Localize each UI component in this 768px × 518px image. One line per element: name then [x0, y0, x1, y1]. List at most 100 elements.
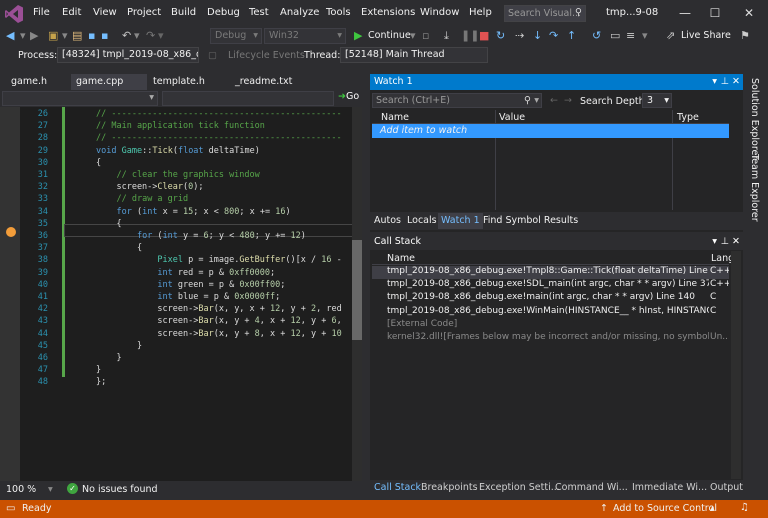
tab-readme[interactable]: _readme.txt [230, 74, 297, 90]
menu-project[interactable]: Project [127, 7, 161, 18]
breakpoint-toggle-icon[interactable]: ▭ [610, 29, 620, 43]
close-button[interactable]: ✕ [734, 2, 764, 24]
watch-col-value[interactable]: Value [499, 112, 525, 123]
visual-studio-logo-icon[interactable] [4, 4, 24, 24]
menu-test[interactable]: Test [249, 7, 269, 18]
code-line[interactable]: }; [96, 377, 106, 387]
search-depth-dropdown[interactable]: 3 ▾ [642, 93, 672, 108]
menu-analyze[interactable]: Analyze [280, 7, 319, 18]
close-icon[interactable]: ✕ [732, 236, 740, 247]
thread-dropdown[interactable]: [52148] Main Thread [340, 47, 488, 63]
add-to-source-control[interactable]: Add to Source Control [613, 503, 717, 514]
close-icon[interactable]: ✕ [732, 76, 740, 87]
code-line[interactable]: { [96, 243, 142, 253]
menu-tools[interactable]: Tools [326, 7, 351, 18]
pause-icon[interactable]: ❚❚ [461, 29, 479, 43]
notification-icon[interactable]: ♫ [740, 502, 749, 513]
live-share-icon[interactable]: ⇗ [666, 29, 675, 43]
code-line[interactable]: // Main application tick function [96, 121, 265, 131]
code-line[interactable]: } [96, 341, 142, 351]
save-icon[interactable]: ▪ [88, 29, 95, 43]
call-stack-row[interactable]: kernel32.dll![Frames below may be incorr… [372, 332, 729, 345]
call-stack-row[interactable]: tmpl_2019-08_x86_debug.exe!WinMain(HINST… [372, 306, 729, 319]
call-stack-col-name[interactable]: Name [387, 253, 415, 264]
code-line[interactable]: for (int x = 15; x < 800; x += 16) [96, 207, 290, 217]
code-line[interactable]: screen->Clear(0); [96, 182, 203, 192]
toolbar-options-icon[interactable]: ▾ [642, 29, 648, 43]
tab-autos[interactable]: Autos [374, 215, 401, 226]
hot-reload-icon[interactable]: ↺ [592, 29, 601, 43]
redo-icon[interactable]: ↷ [146, 29, 155, 43]
code-line[interactable]: Pixel p = image.GetBuffer()[x / 16 - [96, 255, 341, 265]
dropdown-icon[interactable]: ▾ [712, 76, 717, 87]
tab-output[interactable]: Output [710, 482, 743, 493]
code-line[interactable]: // -------------------------------------… [96, 109, 342, 119]
step-into-arrow-icon[interactable]: ↓ [533, 29, 542, 43]
restart-icon[interactable]: ↻ [496, 29, 505, 43]
watch-search-input[interactable]: Search (Ctrl+E) ⚲ ▾ [372, 93, 542, 108]
tab-call-stack[interactable]: Call Stack [374, 482, 421, 493]
process-dropdown[interactable]: [48324] tmpl_2019-08_x86_debug.e [57, 47, 199, 63]
menu-edit[interactable]: Edit [62, 7, 81, 18]
code-line[interactable]: int blue = p & 0x0000ff; [96, 292, 280, 302]
code-line[interactable]: int green = p & 0x00ff00; [96, 280, 285, 290]
tab-template-h[interactable]: template.h [148, 74, 210, 90]
back-icon[interactable]: ◀ [6, 29, 14, 43]
minimize-button[interactable]: — [670, 2, 700, 24]
undo-icon[interactable]: ↶ [122, 29, 131, 43]
step-out-icon[interactable]: ↑ [567, 29, 576, 43]
search-forward-icon[interactable]: → [564, 95, 572, 106]
code-line[interactable]: // draw a grid [96, 194, 188, 204]
search-back-icon[interactable]: ← [550, 95, 558, 106]
continue-icon[interactable]: ▶ [354, 29, 362, 43]
editor-scrollbar-thumb[interactable] [352, 240, 362, 340]
call-stack-row[interactable]: tmpl_2019-08_x86_debug.exe!main(int argc… [372, 292, 729, 305]
add-watch-item[interactable]: Add item to watch [372, 124, 729, 138]
solution-dropdown-icon[interactable]: ▾ [62, 29, 68, 43]
code-line[interactable]: void Game::Tick(float deltaTime) [96, 146, 260, 156]
indent-icon[interactable]: ≡ [626, 29, 635, 43]
lifecycle-icon[interactable]: ▢ [208, 50, 217, 61]
code-line[interactable]: int red = p & 0xff0000; [96, 268, 275, 278]
breakpoint-gutter[interactable] [0, 107, 20, 481]
save-all-icon[interactable]: ▪ [101, 29, 108, 43]
tab-command-window[interactable]: Command Wi... [555, 482, 628, 493]
step-over-icon[interactable]: ↷ [549, 29, 558, 43]
continue-button[interactable]: Continue [368, 29, 411, 43]
menu-build[interactable]: Build [171, 7, 196, 18]
pin-icon[interactable]: ⊥ [721, 236, 729, 247]
maximize-button[interactable]: ☐ [700, 2, 730, 24]
tab-breakpoints[interactable]: Breakpoints [421, 482, 478, 493]
code-line[interactable]: } [96, 365, 101, 375]
tab-watch-1[interactable]: Watch 1 [438, 213, 483, 229]
continue-dropdown-icon[interactable]: ▾ [410, 29, 416, 43]
watch-col-type[interactable]: Type [677, 112, 699, 123]
menu-extensions[interactable]: Extensions [361, 7, 415, 18]
search-input[interactable]: Search Visual... ⚲ [504, 5, 586, 22]
menu-file[interactable]: File [33, 7, 50, 18]
scope-dropdown[interactable]: ▾ [2, 91, 158, 106]
code-line[interactable]: for (int y = 6; y < 480; y += 12) [96, 231, 306, 241]
step-into-icon[interactable]: ⤓ [444, 29, 449, 43]
live-share-button[interactable]: Live Share [681, 29, 731, 43]
tab-solution-explorer[interactable]: Solution Explorer [749, 78, 760, 159]
redo-dropdown-icon[interactable]: ▾ [158, 29, 164, 43]
code-line[interactable]: // -------------------------------------… [96, 133, 342, 143]
pin-icon[interactable]: ⊥ [721, 76, 729, 87]
back-dropdown-icon[interactable]: ▾ [20, 29, 26, 43]
tab-team-explorer[interactable]: Team Explorer [749, 154, 760, 222]
open-folder-icon[interactable]: ▤ [72, 29, 82, 43]
menu-help[interactable]: Help [469, 7, 492, 18]
tab-immediate-window[interactable]: Immediate Wi... [632, 482, 707, 493]
member-dropdown[interactable] [162, 91, 334, 106]
call-stack-row[interactable]: tmpl_2019-08_x86_debug.exe!SDL_main(int … [372, 279, 729, 292]
tab-locals[interactable]: Locals [407, 215, 437, 226]
tab-find-symbol[interactable]: Find Symbol Results [483, 215, 578, 226]
menu-view[interactable]: View [93, 7, 117, 18]
stop-icon[interactable]: ■ [479, 29, 489, 43]
code-line[interactable]: { [96, 219, 121, 229]
call-stack-row[interactable]: tmpl_2019-08_x86_debug.exe!Tmpl8::Game::… [372, 266, 729, 279]
menu-window[interactable]: Window [420, 7, 459, 18]
code-line[interactable]: screen->Bar(x, y + 4, x + 12, y + 6, [96, 316, 341, 326]
code-line[interactable]: screen->Bar(x, y + 8, x + 12, y + 10 [96, 329, 341, 339]
